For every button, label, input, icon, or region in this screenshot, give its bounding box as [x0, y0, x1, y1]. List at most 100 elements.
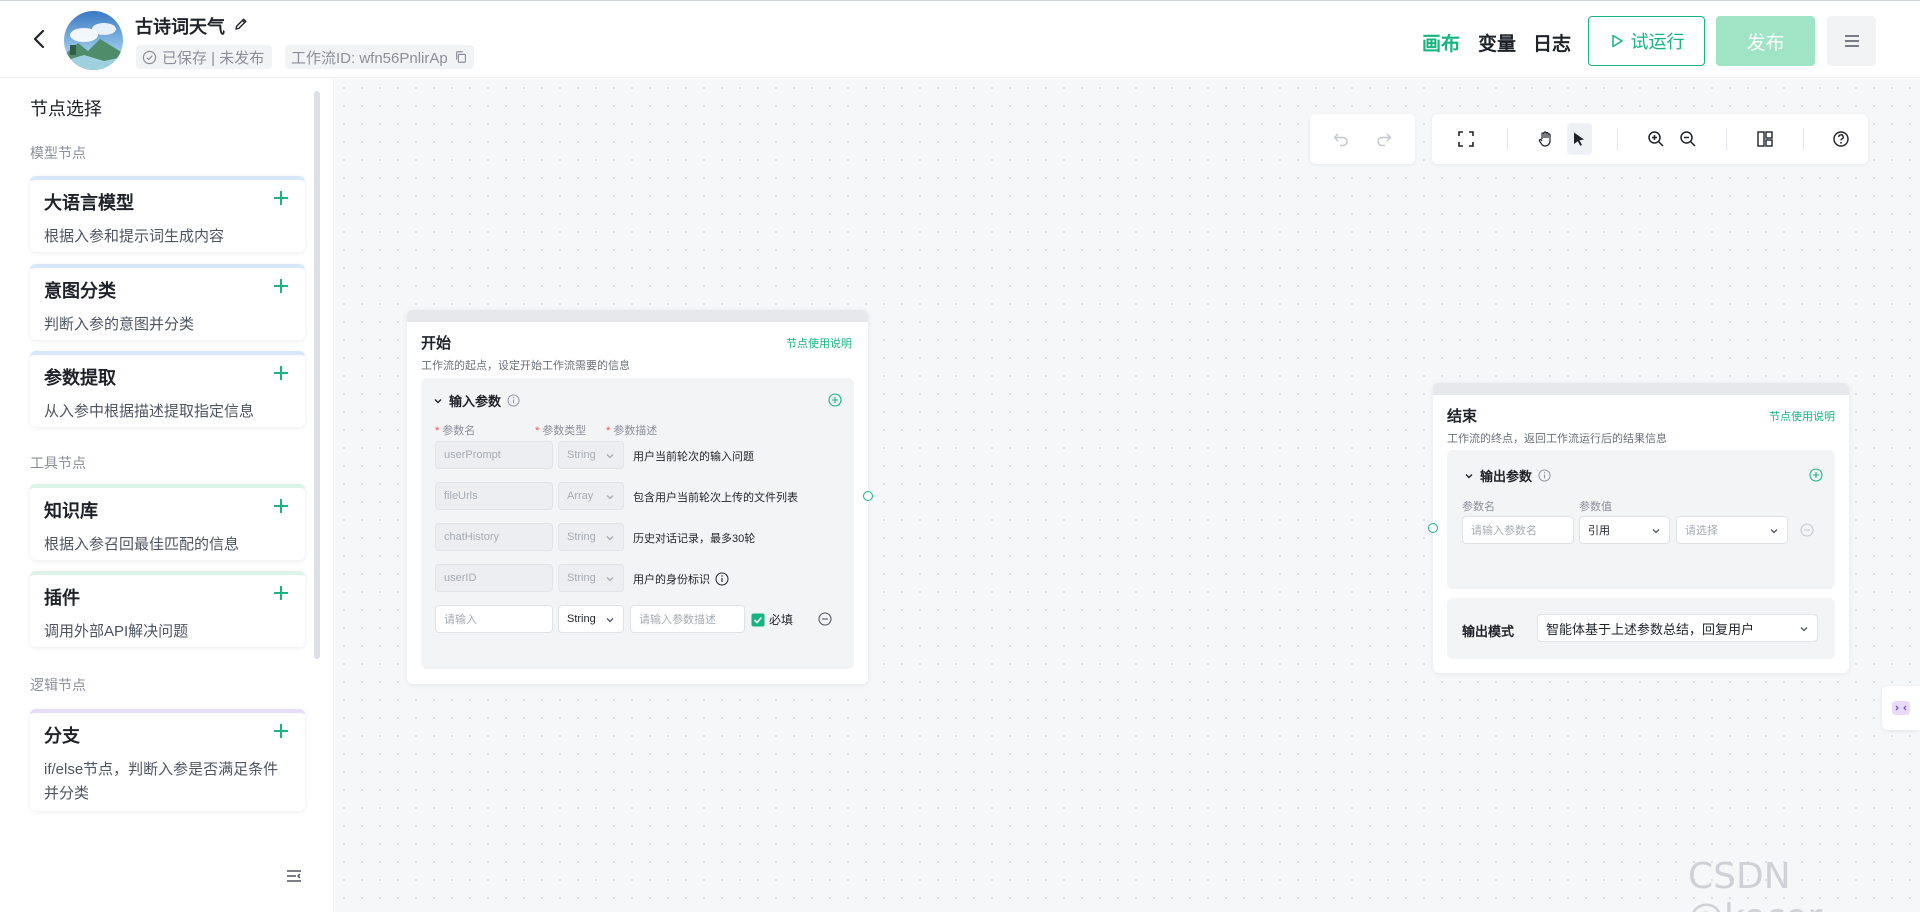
col-output-value: 参数值: [1579, 501, 1612, 513]
section-logic-nodes: 逻辑节点: [30, 677, 86, 693]
play-icon: [1611, 34, 1623, 48]
zoom-out-icon: [1680, 131, 1697, 147]
cursor-pointer-icon: [1574, 132, 1585, 146]
redo-button[interactable]: [1368, 123, 1400, 155]
param-type-select: Array: [558, 482, 624, 510]
node-card-title: 参数提取: [44, 368, 116, 388]
node-card-plugin[interactable]: 插件 调用外部API解决问题: [30, 571, 305, 647]
layout-button[interactable]: [1752, 123, 1777, 155]
add-node-plus-icon[interactable]: [271, 188, 291, 208]
zoom-in-button[interactable]: [1643, 123, 1668, 155]
param-desc-text: 包含用户当前轮次上传的文件列表: [633, 492, 798, 504]
output-mode-select[interactable]: 智能体基于上述参数总结，回复用户: [1537, 614, 1818, 642]
start-node-desc: 工作流的起点，设定开始工作流需要的信息: [421, 360, 630, 372]
collapse-sidebar-icon[interactable]: [284, 866, 304, 886]
tab-logs[interactable]: 日志: [1533, 29, 1571, 56]
remove-output-minus-circle-icon[interactable]: [1800, 523, 1814, 537]
param-type-select: String: [558, 441, 624, 469]
node-sidebar: 节点选择 模型节点 大语言模型 根据入参和提示词生成内容 意图分类 判断入参的意…: [0, 79, 334, 912]
back-arrow-icon[interactable]: [28, 27, 52, 51]
add-node-plus-icon[interactable]: [271, 721, 291, 741]
end-node-desc: 工作流的终点，返回工作流运行后的结果信息: [1447, 433, 1667, 445]
select-tool-button[interactable]: [1566, 123, 1592, 155]
new-param-type-select[interactable]: String: [558, 605, 624, 633]
help-button[interactable]: [1829, 123, 1854, 155]
node-card-param-extract[interactable]: 参数提取 从入参中根据描述提取指定信息: [30, 351, 305, 427]
remove-param-minus-circle-icon[interactable]: [818, 612, 832, 626]
node-header-bar: [1433, 383, 1849, 395]
start-node-help-link[interactable]: 节点使用说明: [786, 335, 852, 351]
start-node-output-port[interactable]: [863, 491, 873, 501]
output-params-panel: 输出参数 参数名 参数值 请输入参数名 引用 请选择: [1447, 450, 1835, 589]
param-desc-text: 用户当前轮次的输入问题: [633, 451, 754, 463]
toolbar-divider: [1616, 128, 1618, 150]
start-node[interactable]: 开始 节点使用说明 工作流的起点，设定开始工作流需要的信息 输入参数 * 参数名 …: [407, 310, 868, 684]
end-node[interactable]: 结束 节点使用说明 工作流的终点，返回工作流运行后的结果信息 输出参数 参数名 …: [1433, 383, 1849, 673]
add-node-plus-icon[interactable]: [271, 276, 291, 296]
input-params-header[interactable]: 输入参数: [433, 391, 520, 410]
undo-button[interactable]: [1325, 123, 1357, 155]
node-card-desc: 根据入参召回最佳匹配的信息: [44, 536, 240, 553]
publish-button[interactable]: 发布: [1716, 16, 1815, 66]
chevron-down-icon: [606, 577, 614, 582]
param-desc-text: 用户的身份标识: [633, 574, 710, 586]
col-param-name: * 参数名: [435, 425, 476, 437]
copy-icon[interactable]: [454, 50, 468, 64]
toolbar-divider: [1726, 128, 1728, 150]
add-output-plus-circle-icon[interactable]: [1809, 468, 1823, 482]
toolbar-divider: [1802, 128, 1804, 150]
sidebar-title: 节点选择: [30, 99, 102, 119]
tab-variables[interactable]: 变量: [1478, 29, 1516, 56]
more-menu-button[interactable]: [1827, 16, 1876, 66]
output-mode-panel: 输出模式 智能体基于上述参数总结，回复用户: [1447, 598, 1835, 659]
node-card-desc: 调用外部API解决问题: [44, 623, 189, 640]
node-card-intent[interactable]: 意图分类 判断入参的意图并分类: [30, 264, 305, 340]
node-header-bar: [407, 310, 868, 322]
chevron-down-icon: [1800, 627, 1808, 632]
hand-tool-button[interactable]: [1534, 123, 1559, 155]
layout-icon: [1757, 131, 1773, 147]
assistant-side-tab[interactable]: [1882, 686, 1920, 730]
check-circle-icon: [142, 50, 157, 64]
csdn-watermark: CSDN @kocor: [1688, 856, 1822, 912]
node-card-llm[interactable]: 大语言模型 根据入参和提示词生成内容: [30, 176, 305, 252]
undo-redo-toolbar: [1310, 114, 1415, 164]
workflow-canvas[interactable]: 开始 节点使用说明 工作流的起点，设定开始工作流需要的信息 输入参数 * 参数名 …: [335, 79, 1920, 912]
section-tool-nodes: 工具节点: [30, 455, 86, 471]
chevron-down-icon: [606, 495, 614, 500]
param-name-field: userID: [435, 564, 553, 592]
output-name-input[interactable]: 请输入参数名: [1462, 516, 1574, 544]
node-card-title: 分支: [44, 726, 80, 746]
fit-view-button[interactable]: [1454, 123, 1479, 155]
end-node-input-port[interactable]: [1428, 523, 1438, 533]
undo-icon: [1333, 133, 1348, 147]
edit-pencil-icon[interactable]: [233, 16, 249, 32]
info-icon: [507, 394, 520, 407]
required-checkbox[interactable]: 必填: [751, 611, 793, 628]
node-card-title: 意图分类: [44, 281, 116, 301]
add-node-plus-icon[interactable]: [271, 363, 291, 383]
zoom-out-button[interactable]: [1676, 123, 1701, 155]
tab-canvas[interactable]: 画布: [1422, 29, 1460, 56]
toolbar-divider: [1507, 128, 1509, 150]
new-param-desc-input[interactable]: 请输入参数描述: [630, 605, 745, 633]
output-params-header[interactable]: 输出参数: [1464, 466, 1551, 485]
sidebar-scrollbar[interactable]: [314, 91, 320, 659]
chevron-down-icon: [606, 536, 614, 541]
zoom-in-icon: [1647, 131, 1664, 147]
test-run-button[interactable]: 试运行: [1588, 16, 1705, 66]
node-card-desc: 从入参中根据描述提取指定信息: [44, 403, 255, 420]
new-param-name-input[interactable]: 请输入: [435, 605, 553, 633]
output-value-select[interactable]: 请选择: [1676, 516, 1788, 544]
end-node-title: 结束: [1447, 408, 1478, 425]
output-value-type-select[interactable]: 引用: [1579, 516, 1670, 544]
add-node-plus-icon[interactable]: [271, 583, 291, 603]
end-node-help-link[interactable]: 节点使用说明: [1769, 408, 1835, 424]
add-param-plus-circle-icon[interactable]: [828, 393, 842, 407]
section-model-nodes: 模型节点: [30, 145, 86, 161]
add-node-plus-icon[interactable]: [271, 496, 291, 516]
node-card-title: 大语言模型: [44, 193, 134, 213]
node-card-branch[interactable]: 分支 if/else节点，判断入参是否满足条件并分类: [30, 709, 305, 811]
node-card-knowledge[interactable]: 知识库 根据入参召回最佳匹配的信息: [30, 484, 305, 560]
checkbox-checked-icon: [751, 613, 765, 626]
